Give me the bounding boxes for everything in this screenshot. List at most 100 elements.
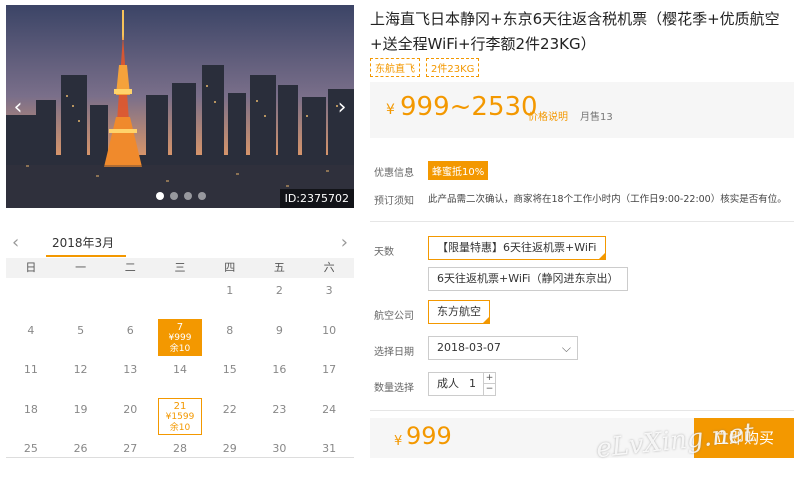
day-number: 25 — [23, 442, 38, 455]
calendar-day: 31 — [304, 436, 354, 476]
minus-icon[interactable]: − — [484, 384, 495, 395]
calendar-day: 3 — [304, 278, 354, 318]
qty-type: 成人 — [437, 377, 459, 390]
calendar-day: 20 — [105, 397, 155, 437]
day-number: 1 — [226, 284, 234, 297]
total-price: 999 — [406, 422, 452, 450]
day-number: 24 — [322, 402, 337, 416]
price-panel: ¥ 999~2530 价格说明 月售13 — [370, 82, 794, 138]
prev-photo-button[interactable]: ‹ — [10, 93, 26, 121]
next-photo-button[interactable]: › — [334, 93, 350, 121]
calendar-day — [6, 278, 56, 318]
calendar-day: 22 — [205, 397, 255, 437]
day-number: 27 — [123, 442, 138, 455]
day-number: 30 — [272, 442, 287, 455]
calendar-day: 2 — [255, 278, 305, 318]
day-number: 10 — [322, 323, 337, 337]
day-number: 6 — [126, 323, 134, 337]
divider — [370, 221, 794, 222]
promo-label: 优惠信息 — [374, 168, 414, 179]
day-number: 8 — [226, 323, 234, 337]
weekday-header: 六 — [323, 261, 335, 274]
calendar-day: 29 — [205, 436, 255, 476]
date-select[interactable]: 2018-03-07 ⌵ — [428, 336, 578, 360]
calendar-day — [56, 278, 106, 318]
day-stock: 余10 — [169, 343, 191, 354]
qty-label: 数量选择 — [374, 383, 414, 394]
day-number: 26 — [73, 442, 88, 455]
plus-icon[interactable]: + — [484, 373, 495, 384]
calendar-day[interactable]: 7 ¥999 余10 — [158, 318, 202, 356]
notice-label: 预订须知 — [374, 196, 414, 207]
calendar-day: 18 — [6, 397, 56, 437]
price-note-link[interactable]: 价格说明 — [528, 108, 568, 123]
calendar-day: 28 — [155, 436, 205, 476]
product-photo: ‹ › ID:2375702 — [6, 5, 354, 208]
carousel-dots — [156, 192, 206, 200]
date-value: 2018-03-07 — [437, 341, 501, 354]
calendar-day: 14 — [155, 357, 205, 397]
qty-input[interactable]: 1 — [469, 373, 476, 395]
calendar-day: 4 — [6, 318, 56, 358]
day-number: 29 — [222, 442, 237, 455]
day-number: 2 — [275, 284, 283, 297]
day-number: 21 — [173, 400, 187, 412]
product-tags: 东航直飞 2件23KG — [370, 58, 480, 77]
calendar-day: 10 — [304, 318, 354, 358]
days-option-1[interactable]: 【限量特惠】6天往返机票+WiFi — [428, 236, 606, 260]
buy-now-button[interactable]: 立即购买 — [694, 418, 794, 458]
calendar-day: 12 — [56, 357, 106, 397]
calendar-weekdays: 日一二三四五六 — [6, 258, 354, 278]
day-number: 20 — [123, 402, 138, 416]
calendar-day: 23 — [255, 397, 305, 437]
calendar-day: 5 — [56, 318, 106, 358]
day-stock: 余10 — [169, 422, 191, 433]
calendar-day: 26 — [56, 436, 106, 476]
day-number: 4 — [27, 323, 35, 337]
stepper-controls: + − — [483, 373, 495, 395]
calendar-day: 1 — [205, 278, 255, 318]
calendar-day: 11 — [6, 357, 56, 397]
calendar-day — [105, 278, 155, 318]
notice-text: 此产品需二次确认，商家将在18个工作小时内（工作日9:00-22:00）核实是否… — [428, 194, 787, 205]
calendar-day: 13 — [105, 357, 155, 397]
calendar-day: 24 — [304, 397, 354, 437]
weekday-header: 一 — [75, 261, 87, 274]
price-currency: ¥ — [386, 102, 395, 118]
day-number: 23 — [272, 402, 287, 416]
calendar-day: 17 — [304, 357, 354, 397]
day-number: 9 — [275, 323, 283, 337]
product-title: 上海直飞日本静冈+东京6天往返含税机票（樱花季+优质航空+送全程WiFi+行李额… — [370, 10, 780, 53]
days-option-2[interactable]: 6天往返机票+WiFi（静冈进东京出） — [428, 267, 628, 291]
day-number: 15 — [222, 363, 237, 376]
monthly-sales: 月售13 — [580, 112, 613, 123]
calendar-header: ‹ 2018年3月 › — [6, 228, 354, 258]
calendar-day[interactable]: 21 ¥1599 余10 — [158, 397, 202, 435]
day-price: ¥1599 — [165, 411, 195, 422]
calendar-day: 8 — [205, 318, 255, 358]
day-number: 3 — [325, 284, 333, 297]
carousel-dot[interactable] — [170, 192, 178, 200]
carousel-dot[interactable] — [156, 192, 164, 200]
carousel-dot[interactable] — [198, 192, 206, 200]
next-month-icon[interactable]: › — [341, 232, 348, 253]
day-number: 5 — [77, 323, 85, 337]
day-number: 11 — [23, 363, 38, 376]
calendar-day: 30 — [255, 436, 305, 476]
weekday-header: 二 — [124, 261, 136, 274]
day-number: 22 — [222, 402, 237, 416]
calendar-day: 15 — [205, 357, 255, 397]
day-price: ¥999 — [168, 332, 192, 343]
calendar-day: 6 — [105, 318, 155, 358]
calendar-day: 9 — [255, 318, 305, 358]
month-underline — [46, 255, 126, 257]
calendar-bottom-line — [6, 457, 354, 458]
carousel-dot[interactable] — [184, 192, 192, 200]
price-range: 999~2530 — [400, 92, 538, 122]
chevron-down-icon: ⌵ — [561, 341, 571, 355]
total-currency: ¥ — [394, 434, 403, 449]
prev-month-icon[interactable]: ‹ — [12, 232, 19, 253]
airline-option[interactable]: 东方航空 — [428, 300, 490, 324]
quantity-stepper: 成人 1 + − — [428, 372, 496, 396]
calendar-day: 16 — [255, 357, 305, 397]
